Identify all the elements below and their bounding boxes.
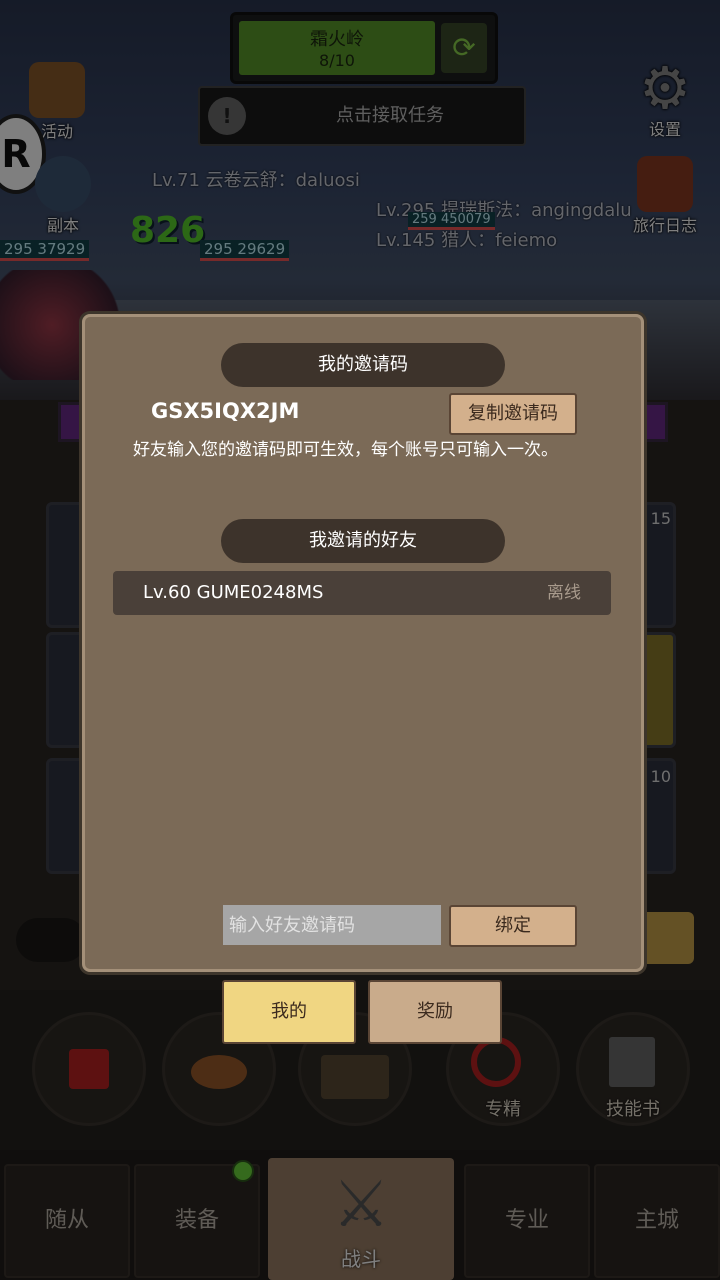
invite-modal: 我的邀请码 GSX5IQX2JM 复制邀请码 好友输入您的邀请码即可生效，每个账… (82, 314, 644, 972)
invite-code: GSX5IQX2JM (151, 399, 300, 423)
invite-description: 好友输入您的邀请码即可生效，每个账号只可输入一次。 (133, 440, 558, 460)
tab-mine[interactable]: 我的 (222, 980, 356, 1044)
tab-reward[interactable]: 奖励 (368, 980, 502, 1044)
friend-name: Lv.60 GUME0248MS (143, 582, 324, 603)
friend-invite-code-input[interactable] (223, 905, 441, 945)
friend-row: Lv.60 GUME0248MS 离线 (113, 571, 611, 615)
invite-code-banner: 我的邀请码 (221, 343, 505, 387)
friend-status: 离线 (547, 583, 581, 603)
copy-invite-code-button[interactable]: 复制邀请码 (449, 393, 577, 435)
bind-button[interactable]: 绑定 (449, 905, 577, 947)
invited-friends-banner: 我邀请的好友 (221, 519, 505, 563)
